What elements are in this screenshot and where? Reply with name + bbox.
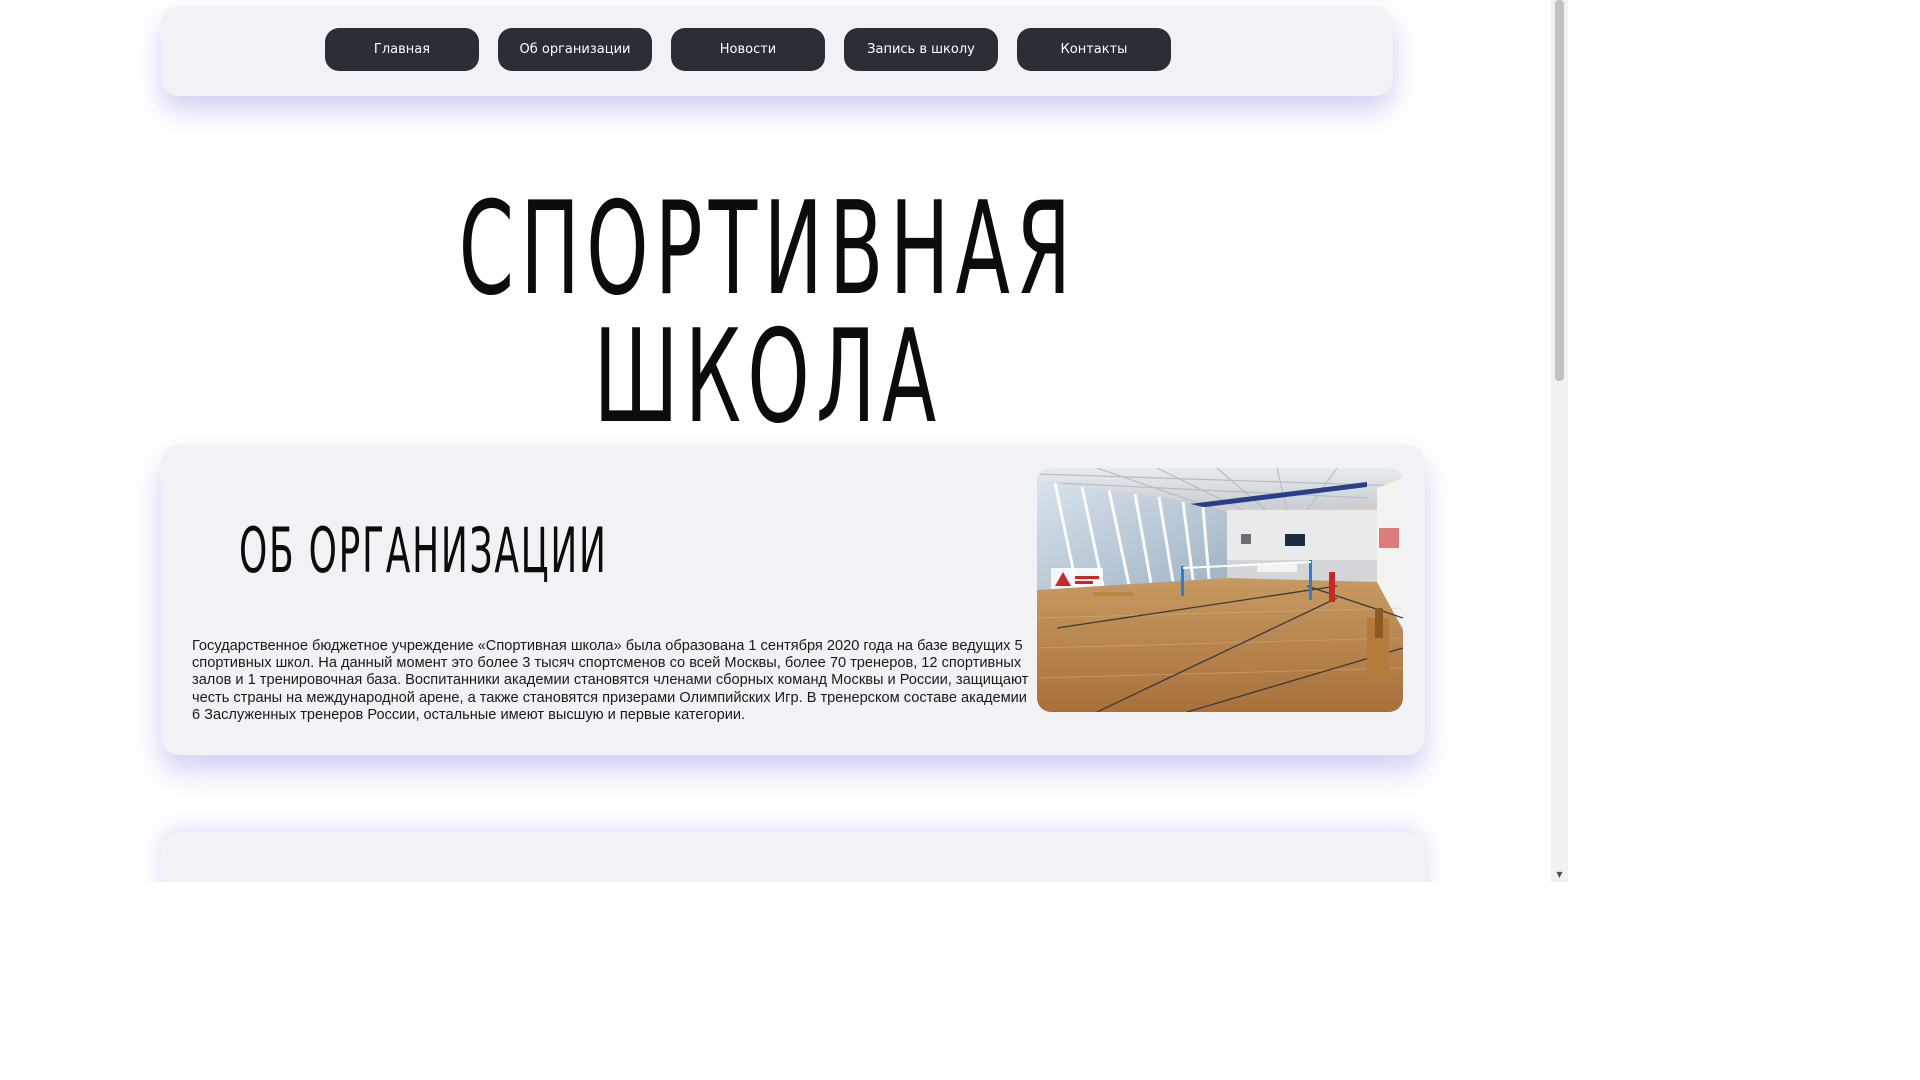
scroll-down-arrow-icon[interactable]: ▼ bbox=[1551, 866, 1568, 882]
nav-contacts-button[interactable]: Контакты bbox=[1017, 28, 1171, 71]
nav-about-button[interactable]: Об организации bbox=[498, 28, 652, 71]
scrollbar-thumb[interactable] bbox=[1555, 0, 1564, 381]
about-section: ОБ ОРГАНИЗАЦИИ Государственное бюджетное… bbox=[161, 445, 1425, 755]
next-section bbox=[161, 832, 1425, 882]
nav-enroll-button[interactable]: Запись в школу bbox=[844, 28, 998, 71]
page: Главная Об организации Новости Запись в … bbox=[0, 0, 1568, 882]
about-title: ОБ ОРГАНИЗАЦИИ bbox=[239, 514, 608, 587]
nav-home-button[interactable]: Главная bbox=[325, 28, 479, 71]
nav-news-button[interactable]: Новости bbox=[671, 28, 825, 71]
nav-bar: Главная Об организации Новости Запись в … bbox=[161, 6, 1393, 96]
about-text: Государственное бюджетное учреждение «Сп… bbox=[192, 638, 1029, 723]
hero-title: СПОРТИВНАЯ ШКОЛА bbox=[458, 175, 1078, 452]
sports-hall-illustration bbox=[1037, 468, 1403, 712]
sports-hall-photo bbox=[1037, 468, 1403, 712]
vertical-scrollbar[interactable]: ▼ bbox=[1551, 0, 1568, 882]
